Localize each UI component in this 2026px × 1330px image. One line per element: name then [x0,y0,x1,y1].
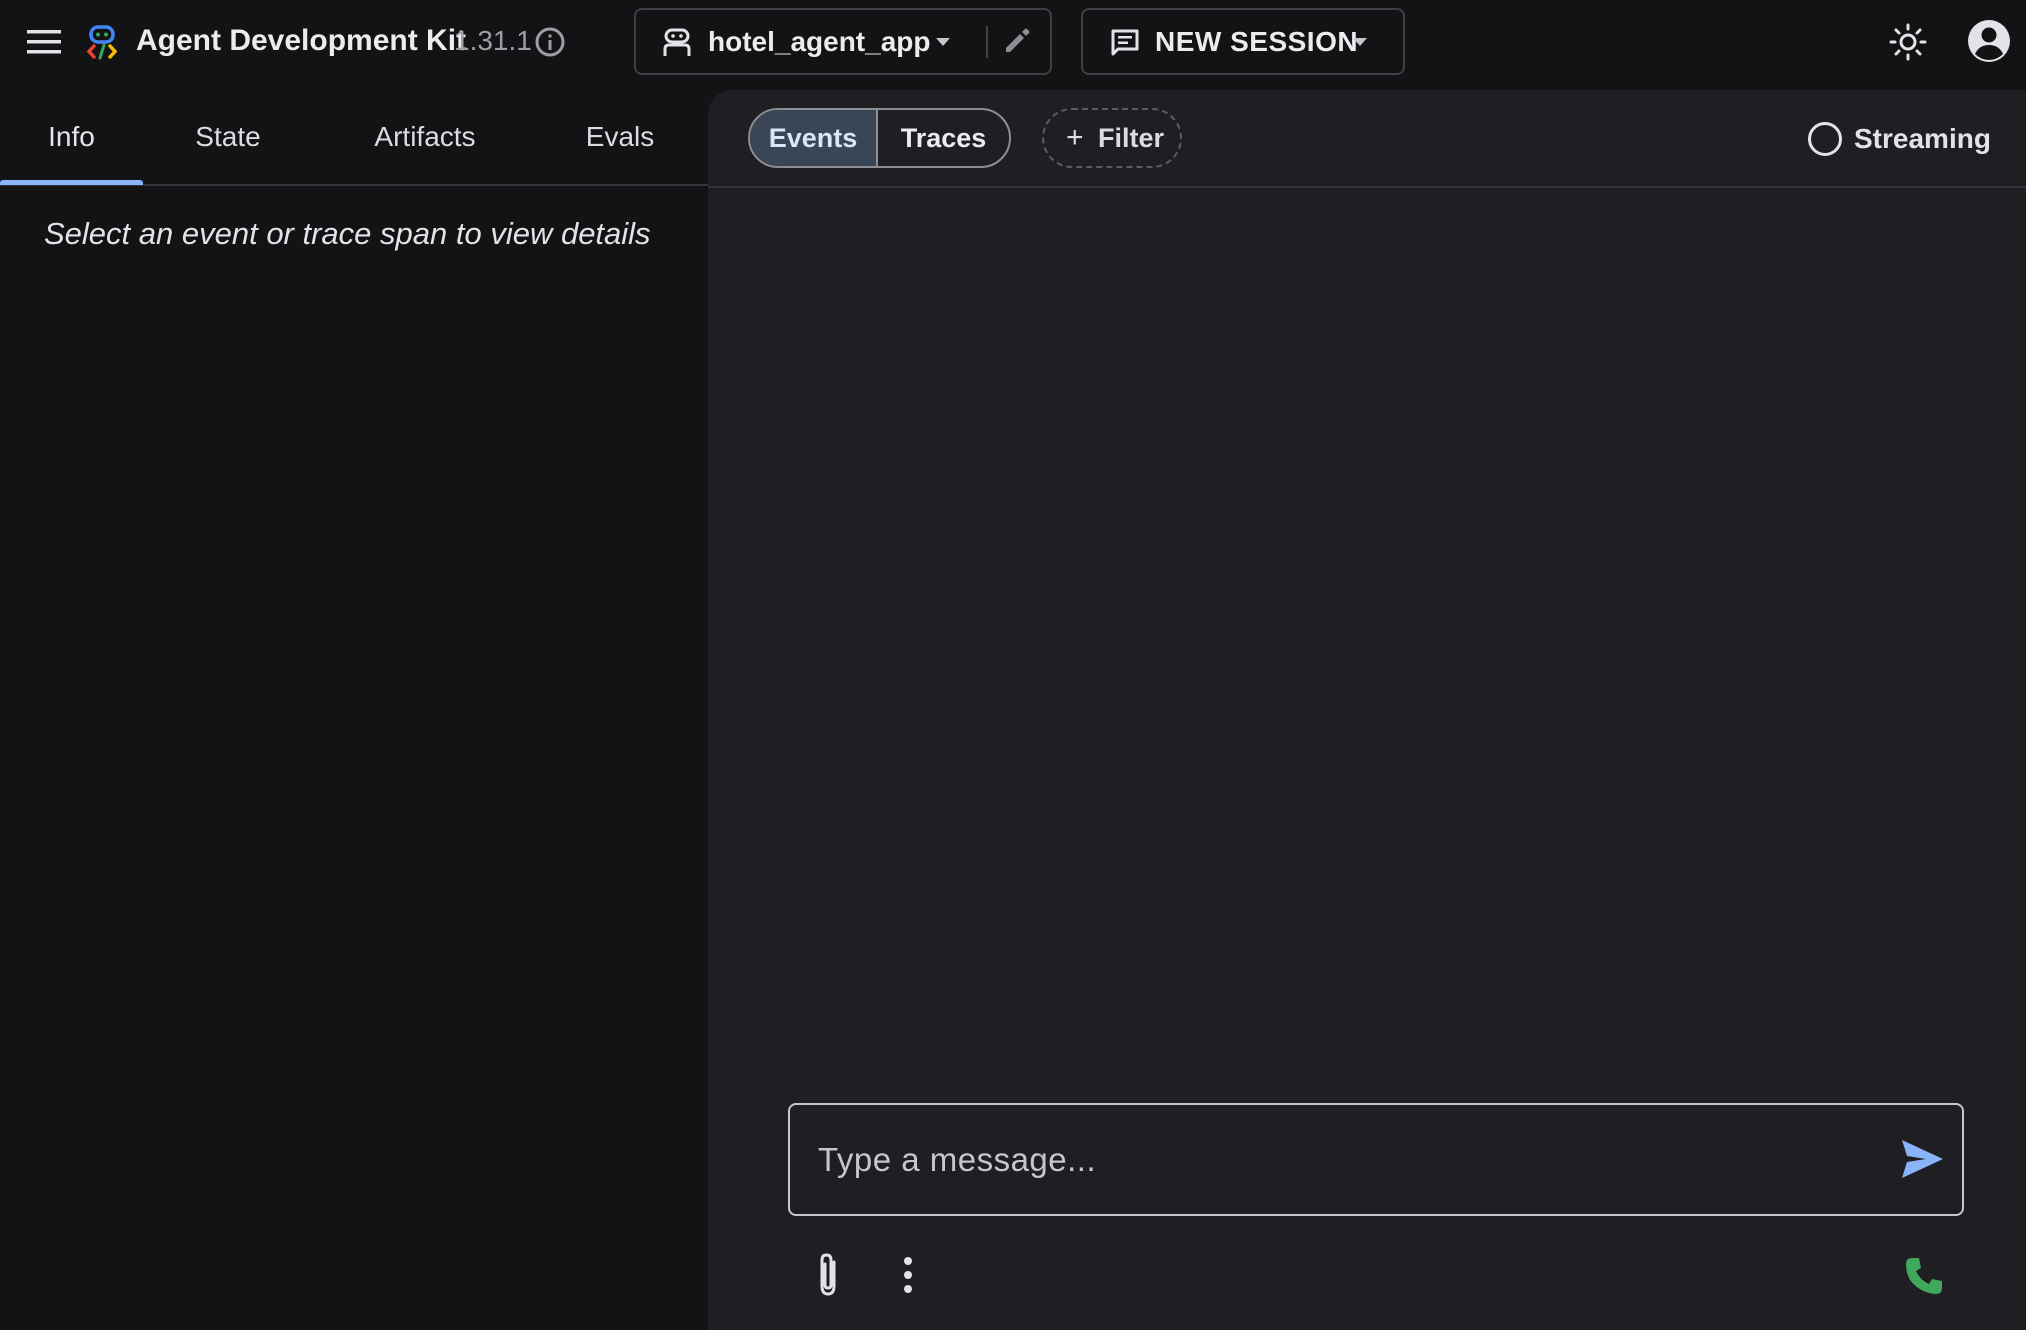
menu-icon[interactable] [24,24,64,60]
traces-toggle-button[interactable]: Traces [878,110,1009,166]
plus-icon: + [1066,121,1084,154]
tab-evals[interactable]: Evals [537,86,703,186]
side-panel-tabs: Info State Artifacts Evals [0,86,708,186]
chat-panel: Events Traces + Filter Streaming [708,90,2026,1330]
chevron-down-icon [932,34,954,50]
chat-panel-header: Events Traces + Filter Streaming [708,90,2026,188]
more-vert-icon[interactable] [898,1254,918,1296]
top-bar: Agent Development Kit 1.31.1 hotel_agent… [0,0,2026,86]
message-box [788,1103,1964,1216]
pencil-icon[interactable] [1000,24,1034,58]
active-tab-indicator [0,180,143,185]
account-circle-icon[interactable] [1966,18,2012,64]
filter-label: Filter [1098,123,1165,153]
app-title: Agent Development Kit [136,24,467,57]
info-icon[interactable] [534,26,566,58]
filter-button[interactable]: + Filter [1042,108,1182,168]
streaming-label: Streaming [1854,123,1991,154]
message-input[interactable] [818,1105,1878,1214]
tab-artifacts[interactable]: Artifacts [313,86,537,186]
tab-state[interactable]: State [143,86,313,186]
side-panel: Info State Artifacts Evals Select an eve… [0,86,708,1330]
selector-divider [986,26,988,58]
empty-details-message: Select an event or trace span to view de… [44,216,651,251]
app-name: hotel_agent_app [708,26,931,57]
paperclip-icon[interactable] [810,1250,846,1300]
adk-app: Agent Development Kit 1.31.1 hotel_agent… [0,0,2026,1330]
sun-icon[interactable] [1886,20,1930,64]
app-selector[interactable]: hotel_agent_app [634,8,1052,75]
chat-icon [1109,27,1141,59]
streaming-radio[interactable] [1808,122,1842,156]
tab-info[interactable]: Info [0,86,143,186]
adk-logo-icon [86,24,120,60]
events-traces-toggle: Events Traces [748,108,1011,168]
app-version: 1.31.1 [454,25,532,56]
new-session-button[interactable]: NEW SESSION [1081,8,1405,75]
events-toggle-button[interactable]: Events [750,110,878,166]
chevron-down-icon [1349,34,1371,50]
phone-icon[interactable] [1902,1254,1946,1298]
new-session-label: NEW SESSION [1155,26,1359,57]
send-icon[interactable] [1898,1137,1946,1181]
robot-icon [662,28,692,58]
